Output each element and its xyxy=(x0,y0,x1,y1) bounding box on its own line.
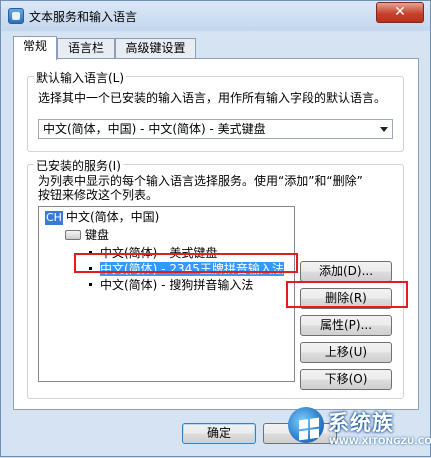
language-badge: CH xyxy=(45,211,63,225)
bullet-icon xyxy=(89,251,92,254)
default-language-group xyxy=(27,76,404,152)
tree-item-label: 中文(简体) - 2345王牌拼音输入法 xyxy=(100,262,284,276)
remove-button[interactable]: 删除(R) xyxy=(300,288,392,309)
default-language-description: 选择其中一个已安装的输入语言，用作所有输入字段的默认语言。 xyxy=(38,91,387,105)
ok-button[interactable]: 确定 xyxy=(182,423,256,444)
tab-language-bar[interactable]: 语言栏 xyxy=(57,38,115,58)
dialog-window: 文本服务和输入语言 ✕ 常规 语言栏 高级键设置 默认输入语言(L) 选择其中一… xyxy=(0,0,431,457)
services-tree[interactable]: CH 中文(简体，中国) 键盘 中文(简体) - 美式键盘 中文(简体) - 23… xyxy=(38,206,295,382)
tree-item-label: 中文(简体) - 搜狗拼音输入法 xyxy=(100,278,254,292)
move-down-button[interactable]: 下移(O) xyxy=(300,369,392,390)
tree-category-keyboard[interactable]: 键盘 xyxy=(85,227,109,243)
add-button[interactable]: 添加(D)... xyxy=(300,261,392,282)
window-title: 文本服务和输入语言 xyxy=(29,10,138,24)
watermark: 系统族 WWW.XITONGZU.COM xyxy=(284,401,431,458)
tree-item-sogou-ime[interactable]: 中文(简体) - 搜狗拼音输入法 xyxy=(89,277,253,293)
keyboard-icon xyxy=(65,230,81,240)
properties-button[interactable]: 属性(P)... xyxy=(300,315,392,336)
default-language-value: 中文(简体，中国) - 中文(简体) - 美式键盘 xyxy=(43,122,266,136)
tree-language-label: 中文(简体，中国) xyxy=(65,210,160,224)
windows-logo-icon xyxy=(288,407,324,443)
default-language-group-label: 默认输入语言(L) xyxy=(34,69,127,86)
chevron-down-icon[interactable] xyxy=(380,127,388,132)
move-up-button[interactable]: 上移(U) xyxy=(300,342,392,363)
default-language-select[interactable]: 中文(简体，中国) - 中文(简体) - 美式键盘 xyxy=(38,119,393,139)
tree-item-us-keyboard[interactable]: 中文(简体) - 美式键盘 xyxy=(89,245,217,261)
tree-language-node[interactable]: CH 中文(简体，中国) xyxy=(45,209,159,225)
bullet-icon xyxy=(89,283,92,286)
installed-services-description-2: 按钮来修改这个列表。 xyxy=(38,188,159,202)
close-button[interactable]: ✕ xyxy=(376,2,424,23)
tab-advanced-key-settings[interactable]: 高级键设置 xyxy=(115,38,196,58)
title-bar[interactable]: 文本服务和输入语言 ✕ xyxy=(1,1,430,31)
watermark-url: WWW.XITONGZU.COM xyxy=(329,437,431,447)
bullet-icon xyxy=(89,267,92,270)
tree-item-label: 中文(简体) - 美式键盘 xyxy=(100,246,218,260)
app-icon xyxy=(8,8,24,24)
watermark-brand: 系统族 xyxy=(328,411,394,435)
tree-item-2345-ime[interactable]: 中文(简体) - 2345王牌拼音输入法 xyxy=(89,261,284,277)
tab-general[interactable]: 常规 xyxy=(13,36,57,60)
